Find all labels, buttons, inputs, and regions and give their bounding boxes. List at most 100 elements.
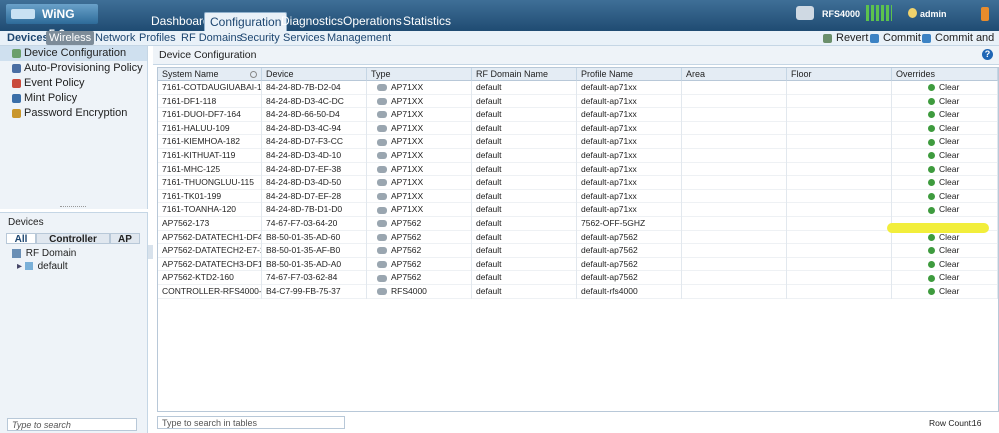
table-cell-overrides[interactable]: Clear <box>892 176 998 190</box>
access-point-icon <box>377 179 387 187</box>
table-cell-overrides[interactable]: Clear <box>892 121 998 136</box>
table-cell-system-name[interactable]: AP7562-DATATECH2-E7-139 <box>158 244 262 258</box>
top-bar: WiNG v5.9 DashboardConfigurationDiagnost… <box>0 0 999 41</box>
table-cell-system-name[interactable]: 7161-KIEMHOA-182 <box>158 135 262 149</box>
table-cell-system-name[interactable]: 7161-MHC-125 <box>158 162 262 177</box>
tree-default[interactable]: ▸ default <box>17 261 68 272</box>
device-type-label: AP7562 <box>391 231 422 242</box>
menu-item-password-encryption[interactable]: Password Encryption <box>0 106 147 121</box>
clear-icon <box>928 261 935 269</box>
filter-tab-ap[interactable]: AP <box>110 233 140 245</box>
subnav-tab-management[interactable]: Management <box>324 31 394 45</box>
clear-override-label: Clear <box>939 109 960 120</box>
page-title: Device Configuration <box>159 49 257 61</box>
revert-button[interactable]: Revert <box>821 31 868 45</box>
row-count-label: Row Count: <box>929 418 974 428</box>
devices-search-input[interactable]: Type to search <box>7 418 137 431</box>
table-cell-floor <box>787 162 892 177</box>
clear-override-label: Clear <box>939 136 960 147</box>
table-cell-type: AP7562 <box>367 271 472 285</box>
table-cell-system-name[interactable]: 7161-HALUU-109 <box>158 121 262 136</box>
collapse-panel-handle[interactable] <box>148 245 153 259</box>
access-point-icon <box>377 193 387 201</box>
table-cell-system-name[interactable]: 7161-TOANHA-120 <box>158 203 262 217</box>
column-header-system-name[interactable]: System Name <box>158 68 262 81</box>
table-cell-device: 84-24-8D-D7-EF-38 <box>262 162 367 177</box>
subnav-tab-wireless[interactable]: Wireless <box>46 31 95 45</box>
table-cell-profile-name: default-ap71xx <box>577 162 682 177</box>
menu-item-event-policy[interactable]: Event Policy <box>0 76 147 91</box>
table-cell-system-name[interactable]: CONTROLLER-RFS4000-124 <box>158 285 262 299</box>
table-cell-system-name[interactable]: AP7562-KTD2-160 <box>158 271 262 285</box>
table-cell-overrides[interactable]: Clear <box>892 244 998 258</box>
subnav-tab-network[interactable]: Network <box>92 31 138 45</box>
help-icon[interactable]: ? <box>982 49 993 60</box>
column-header-device[interactable]: Device <box>262 68 367 81</box>
table-cell-overrides[interactable]: Clear <box>892 81 998 95</box>
subnav-tab-services[interactable]: Services <box>280 31 328 45</box>
table-cell-overrides[interactable]: Clear <box>892 189 998 204</box>
table-cell-type: AP71XX <box>367 135 472 149</box>
motorola-logo-icon <box>11 9 35 19</box>
table-cell-overrides[interactable]: Clear <box>892 203 998 217</box>
table-cell-overrides[interactable]: Clear <box>892 94 998 109</box>
save-icon <box>922 34 931 43</box>
username[interactable]: admin <box>920 9 947 19</box>
table-cell-overrides[interactable]: Clear <box>892 149 998 163</box>
table-cell-system-name[interactable]: 7161-COTDAUGIUABAI-117 <box>158 81 262 95</box>
table-cell-system-name[interactable]: 7161-THUONGLUU-115 <box>158 176 262 190</box>
table-cell-system-name[interactable]: AP7562-173 <box>158 217 262 231</box>
logout-icon[interactable] <box>981 7 989 21</box>
table-cell-overrides[interactable]: Clear <box>892 162 998 177</box>
nav-tab-statistics[interactable]: Statistics <box>398 12 456 31</box>
table-cell-type: AP71XX <box>367 121 472 136</box>
commit-and-save-button[interactable]: Commit and Save <box>920 31 999 58</box>
nav-tab-operations[interactable]: Operations <box>338 12 407 31</box>
access-point-icon <box>377 206 387 214</box>
table-search-input[interactable]: Type to search in tables <box>157 416 345 429</box>
table-cell-system-name[interactable]: AP7562-DATATECH3-DF1-101 <box>158 257 262 272</box>
column-header-profile-name[interactable]: Profile Name <box>577 68 682 81</box>
table-cell-system-name[interactable]: 7161-TK01-199 <box>158 189 262 204</box>
table-cell-overrides[interactable]: Clear <box>892 135 998 149</box>
table-cell-overrides[interactable]: Clear <box>892 285 998 299</box>
splitter-handle[interactable] <box>60 206 86 209</box>
table-cell-type: AP71XX <box>367 81 472 95</box>
subnav-tab-profiles[interactable]: Profiles <box>136 31 179 45</box>
table-cell-floor <box>787 135 892 149</box>
table-cell-area <box>682 203 787 217</box>
column-header-rf-domain-name[interactable]: RF Domain Name <box>472 68 577 81</box>
menu-item-icon <box>12 64 21 73</box>
column-header-area[interactable]: Area <box>682 68 787 81</box>
subnav-tab-rf-domains[interactable]: RF Domains <box>178 31 245 45</box>
device-table: System Name Device Type RF Domain Name Profi… <box>157 67 999 412</box>
tree-rf-domain[interactable]: RF Domain <box>12 248 76 259</box>
menu-item-device-configuration[interactable]: Device Configuration <box>0 46 147 61</box>
menu-item-auto-provisioning-policy[interactable]: Auto-Provisioning Policy <box>0 61 147 76</box>
table-cell-system-name[interactable]: 7161-KITHUAT-119 <box>158 149 262 163</box>
access-point-icon <box>377 165 387 173</box>
table-cell-rf-domain-name: default <box>472 257 577 272</box>
nav-tab-configuration[interactable]: Configuration <box>204 12 288 31</box>
menu-item-mint-policy[interactable]: Mint Policy <box>0 91 147 106</box>
table-cell-system-name[interactable]: AP7562-DATATECH1-DF4-134 <box>158 230 262 245</box>
table-cell-overrides[interactable]: Clear <box>892 257 998 272</box>
sort-icon[interactable] <box>250 71 257 78</box>
commit-button[interactable]: Commit <box>868 31 921 45</box>
filter-tab-controller[interactable]: Controller <box>36 233 110 245</box>
filter-tab-all[interactable]: All <box>6 233 36 245</box>
column-header-overrides[interactable]: Overrides <box>892 68 998 81</box>
table-cell-system-name[interactable]: 7161-DUOI-DF7-164 <box>158 108 262 122</box>
column-header-type[interactable]: Type <box>367 68 472 81</box>
table-cell-area <box>682 257 787 272</box>
table-cell-system-name[interactable]: 7161-DF1-118 <box>158 94 262 109</box>
column-header-floor[interactable]: Floor <box>787 68 892 81</box>
subnav-tab-security[interactable]: Security <box>237 31 283 45</box>
clear-icon <box>928 233 935 241</box>
table-cell-overrides[interactable]: Clear <box>892 271 998 285</box>
devices-label[interactable]: Devices <box>4 31 52 45</box>
table-cell-overrides[interactable]: Clear <box>892 108 998 122</box>
table-cell-type: AP7562 <box>367 257 472 272</box>
expand-arrow-icon[interactable]: ▸ <box>17 261 22 272</box>
device-type-label: AP71XX <box>391 109 424 120</box>
